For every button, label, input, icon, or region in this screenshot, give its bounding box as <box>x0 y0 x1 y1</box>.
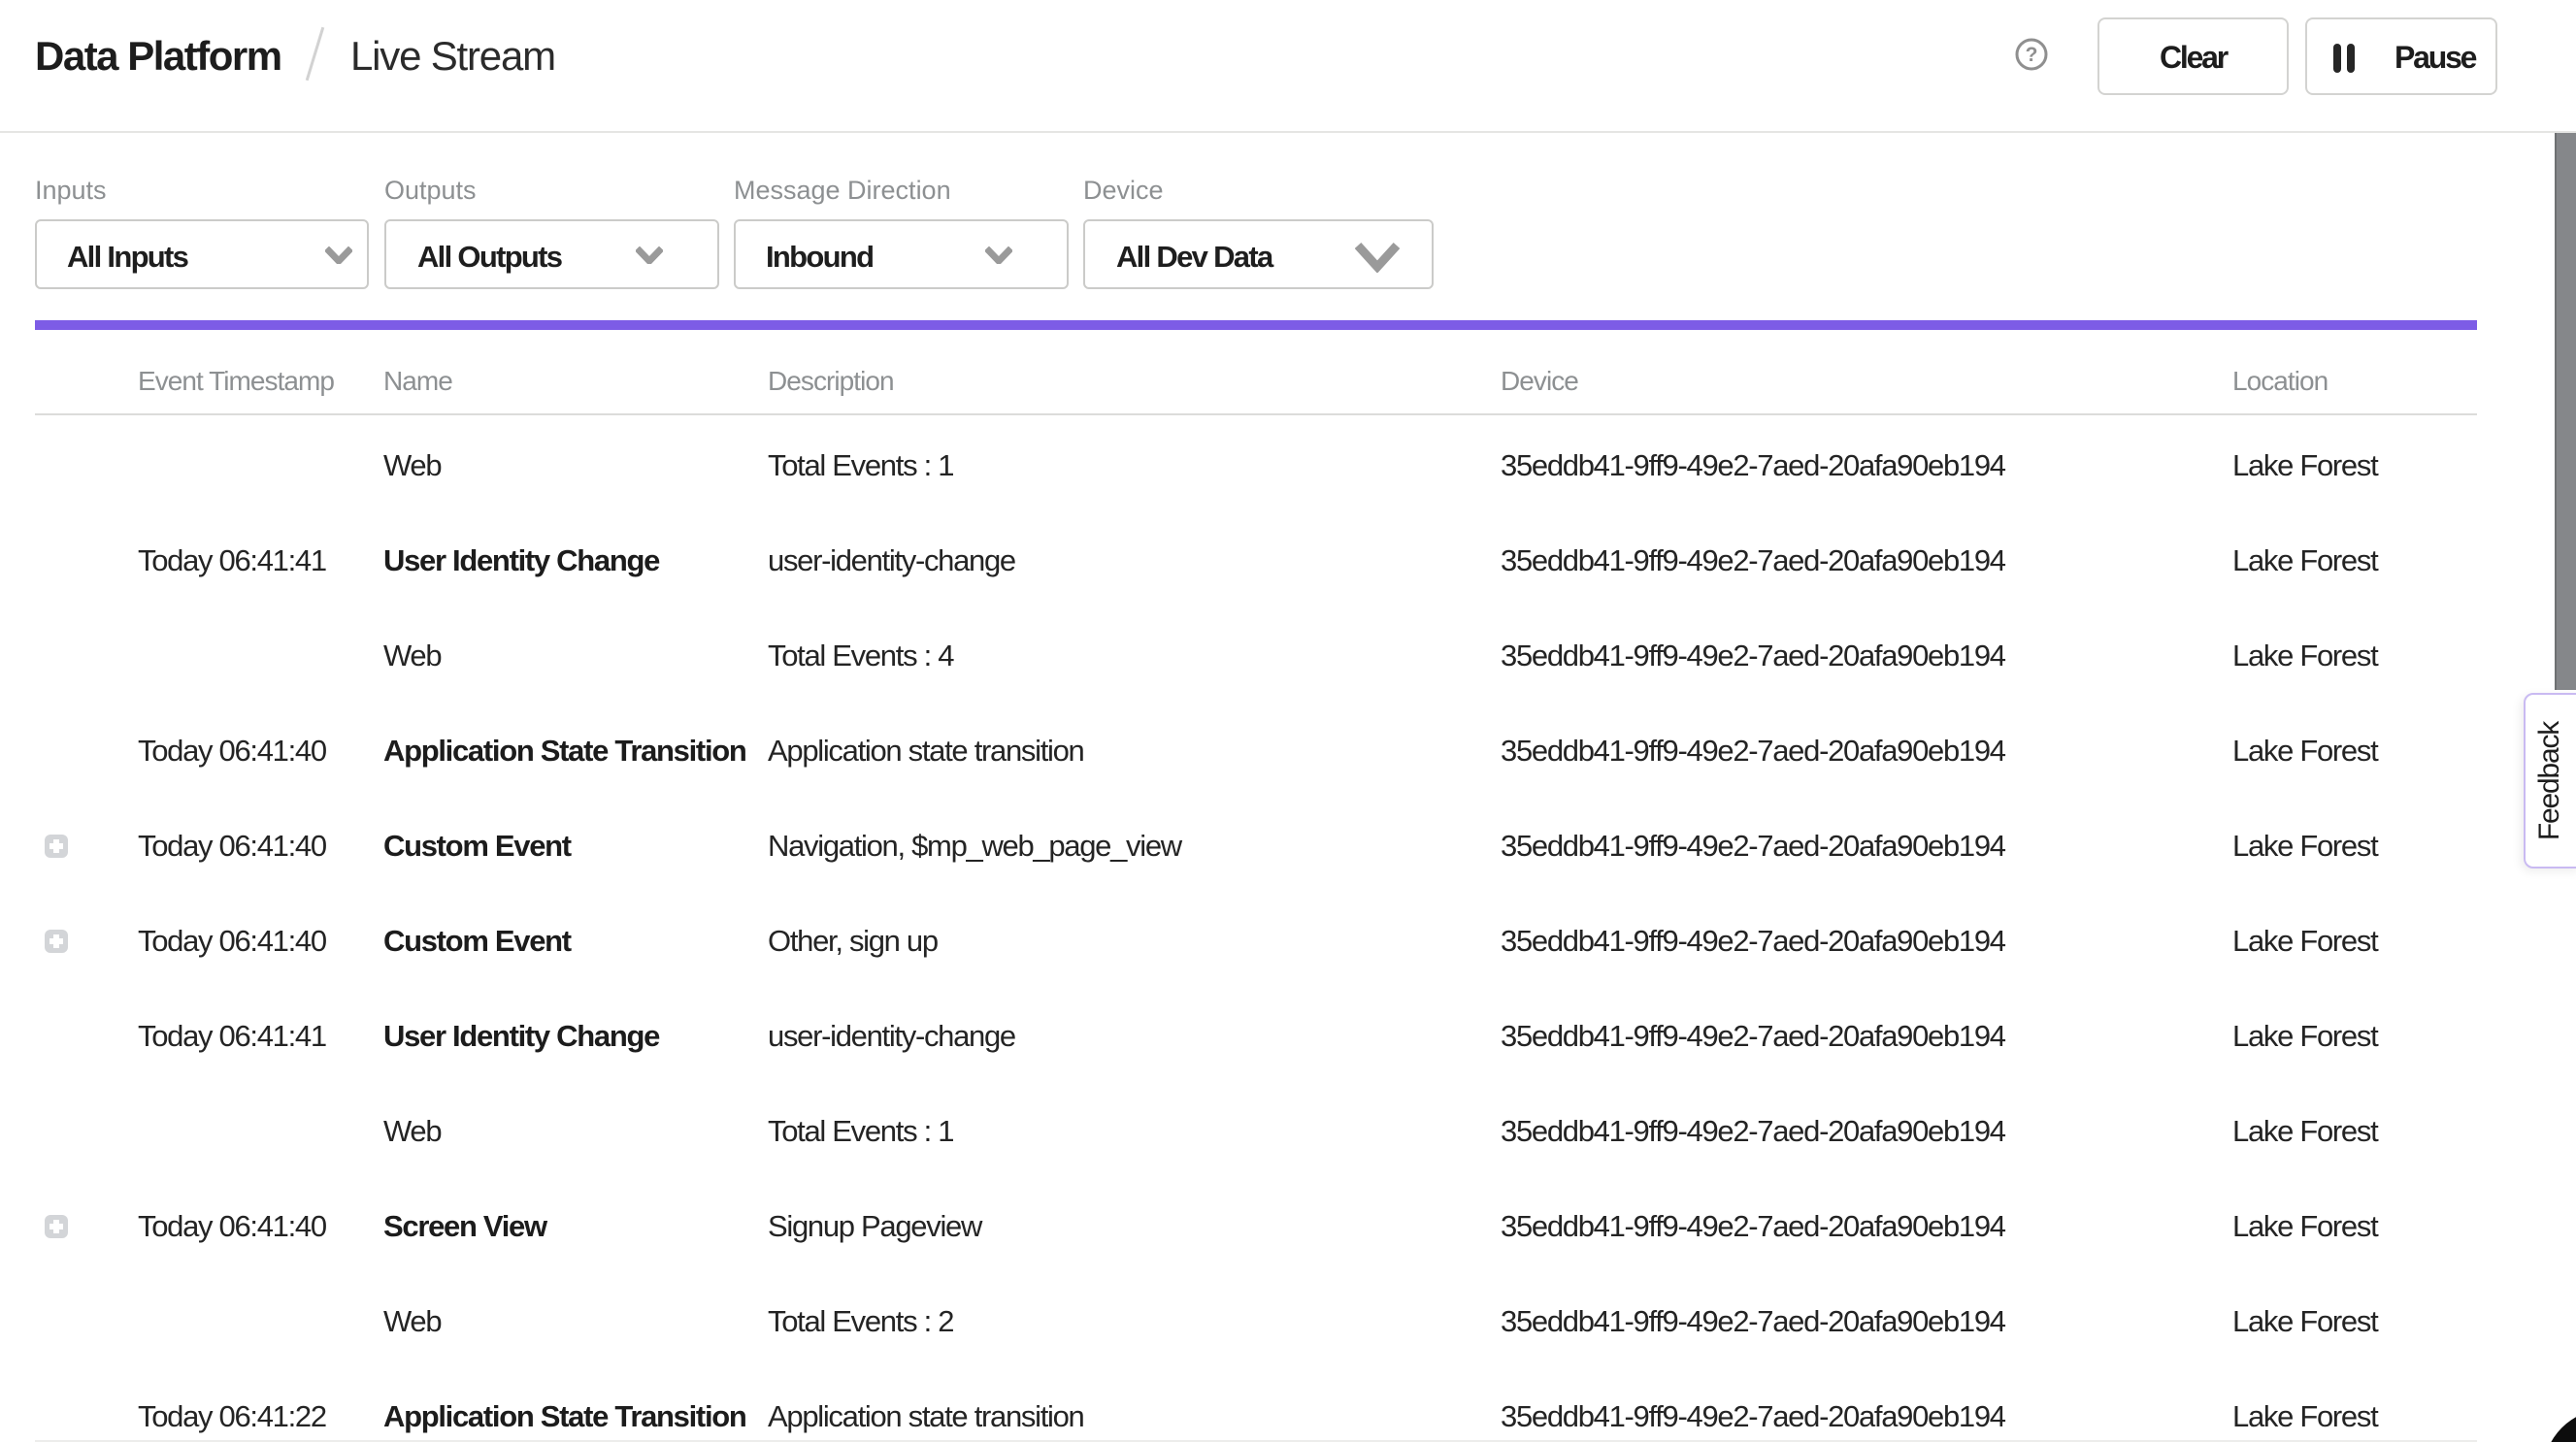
svg-text:?: ? <box>2026 44 2038 66</box>
